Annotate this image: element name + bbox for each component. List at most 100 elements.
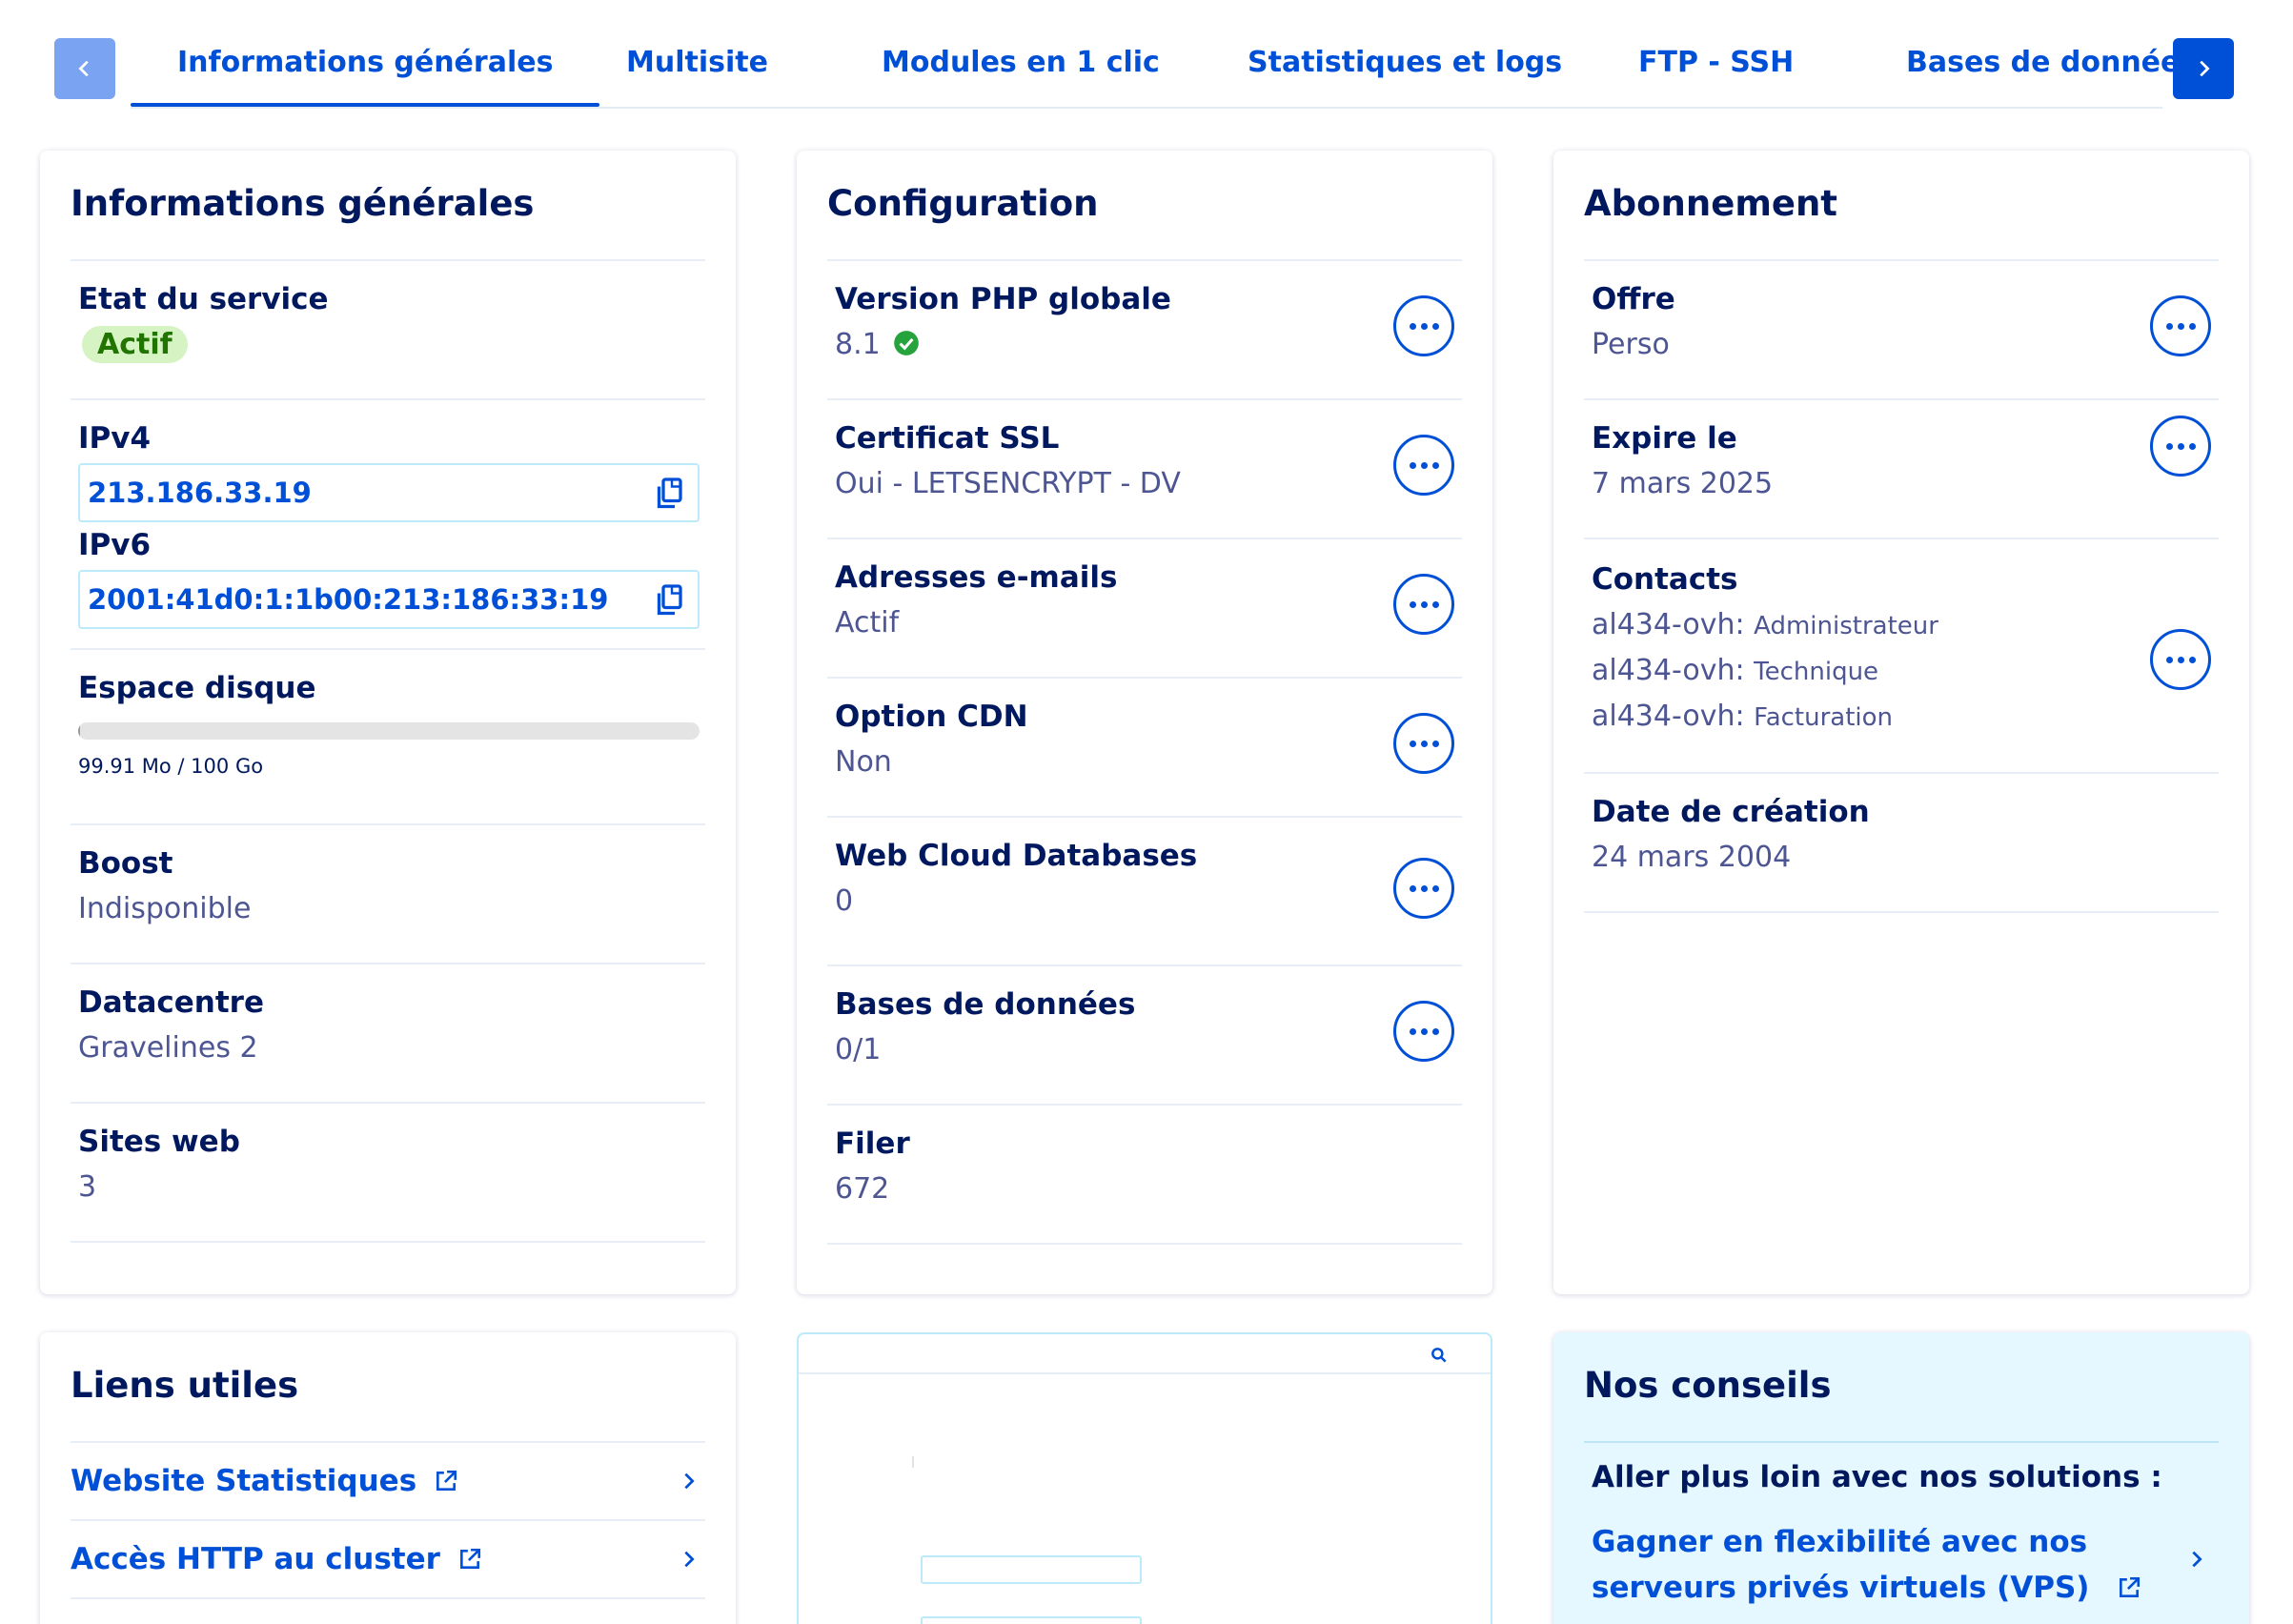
divider: [71, 1102, 705, 1104]
more-icon: [2165, 442, 2196, 450]
divider: [827, 1243, 1462, 1245]
tab-statistiques[interactable]: Statistiques et logs: [1248, 46, 1562, 79]
tabs-prev-button[interactable]: [54, 38, 115, 99]
divider: [827, 259, 1462, 261]
placeholder-input: [921, 1555, 1142, 1584]
contact-role: Technique: [1754, 658, 1879, 686]
advice-heading: Aller plus loin avec nos solutions :: [1592, 1460, 2162, 1494]
placeholder-input: [921, 1616, 1142, 1624]
advice-title: Nos conseils: [1584, 1365, 1832, 1406]
databases-label: Bases de données: [835, 987, 1136, 1022]
expires-value: 7 mars 2025: [1592, 467, 1774, 500]
tab-ftp-ssh[interactable]: FTP - SSH: [1638, 46, 1794, 79]
ipv6-label: IPv6: [78, 528, 152, 562]
divider: [827, 964, 1462, 966]
link-label: Website Statistiques: [71, 1464, 417, 1498]
expires-actions-button[interactable]: [2150, 416, 2211, 477]
more-icon: [2165, 656, 2196, 663]
tab-informations-generales[interactable]: Informations générales: [130, 46, 600, 107]
php-actions-button[interactable]: [1393, 295, 1454, 356]
divider: [71, 1241, 705, 1243]
link-website-statistics[interactable]: Website Statistiques: [71, 1443, 705, 1519]
advice-vps-link[interactable]: Gagner en flexibilité avec nos serveurs …: [1592, 1519, 2202, 1611]
disk-progress-bar: [78, 722, 700, 740]
tab-bar: Informations générales Multisite Modules…: [0, 0, 2293, 114]
ssl-actions-button[interactable]: [1393, 435, 1454, 496]
contact-role: Facturation: [1754, 703, 1894, 732]
advice-card: Nos conseils Aller plus loin avec nos so…: [1553, 1332, 2249, 1624]
websites-label: Sites web: [78, 1125, 240, 1159]
boost-value: Indisponible: [78, 892, 252, 925]
loading-placeholder-card: [797, 1332, 1492, 1624]
websites-value: 3: [78, 1170, 97, 1204]
external-link-icon: [436, 1470, 457, 1491]
divider: [71, 963, 705, 964]
divider: [827, 538, 1462, 539]
external-link-icon: [459, 1548, 480, 1569]
contact-user: al434-ovh:: [1592, 700, 1745, 733]
divider: [1584, 772, 2219, 774]
more-icon: [1409, 600, 1439, 608]
advice-link-label: Gagner en flexibilité avec nos serveurs …: [1592, 1525, 2090, 1605]
divider: [71, 648, 705, 650]
divider: [71, 398, 705, 400]
cdn-value: Non: [835, 745, 892, 779]
datacenter-value: Gravelines 2: [78, 1031, 258, 1065]
link-http-cluster[interactable]: Accès HTTP au cluster: [71, 1521, 705, 1597]
more-icon: [2165, 322, 2196, 330]
cdn-actions-button[interactable]: [1393, 713, 1454, 774]
offer-label: Offre: [1592, 282, 1675, 316]
useful-links-title: Liens utiles: [71, 1365, 299, 1406]
divider: [1584, 398, 2219, 400]
divider: [1584, 259, 2219, 261]
contact-role: Administrateur: [1754, 612, 1938, 640]
check-circle-icon: [894, 331, 920, 355]
tab-bases-de-donnees[interactable]: Bases de données: [1906, 46, 2197, 79]
divider: [827, 1104, 1462, 1106]
webcloud-actions-button[interactable]: [1393, 858, 1454, 919]
filer-value: 672: [835, 1172, 890, 1206]
search-icon[interactable]: [1430, 1346, 1449, 1365]
ipv6-field[interactable]: 2001:41d0:1:1b00:213:186:33:19: [78, 570, 700, 629]
created-value: 24 mars 2004: [1592, 841, 1792, 874]
ipv4-value: 213.186.33.19: [88, 477, 312, 509]
email-actions-button[interactable]: [1393, 574, 1454, 635]
php-version-row: 8.1: [835, 328, 920, 361]
tab-underline: [131, 107, 2162, 109]
general-info-title: Informations générales: [71, 183, 535, 224]
offer-actions-button[interactable]: [2150, 295, 2211, 356]
tab-multisite[interactable]: Multisite: [626, 46, 768, 79]
contact-line: al434-ovh: Technique: [1592, 654, 1878, 687]
configuration-title: Configuration: [827, 183, 1099, 224]
contacts-label: Contacts: [1592, 562, 1738, 597]
divider: [71, 823, 705, 825]
more-icon: [1409, 461, 1439, 469]
divider: [1584, 538, 2219, 539]
cdn-label: Option CDN: [835, 700, 1028, 734]
tabs-next-button[interactable]: [2173, 38, 2234, 99]
email-value: Actif: [835, 606, 900, 639]
databases-actions-button[interactable]: [1393, 1001, 1454, 1062]
ssl-value: Oui - LETSENCRYPT - DV: [835, 467, 1181, 500]
copy-icon[interactable]: [652, 477, 686, 511]
disk-label: Espace disque: [78, 671, 316, 705]
placeholder-tick: [912, 1456, 914, 1468]
ipv4-field[interactable]: 213.186.33.19: [78, 463, 700, 522]
tab-modules[interactable]: Modules en 1 clic: [882, 46, 1160, 79]
contact-user: al434-ovh:: [1592, 654, 1745, 687]
placeholder-header-divider: [799, 1372, 1491, 1374]
ssl-label: Certificat SSL: [835, 421, 1060, 456]
divider: [71, 1597, 705, 1599]
databases-value: 0/1: [835, 1033, 882, 1066]
chevron-right-icon[interactable]: [2186, 1548, 2207, 1571]
copy-icon[interactable]: [652, 583, 686, 618]
link-label: Accès HTTP au cluster: [71, 1542, 440, 1576]
configuration-card: Configuration Version PHP globale 8.1 Ce…: [797, 151, 1492, 1294]
general-info-card: Informations générales Etat du service A…: [40, 151, 736, 1294]
subscription-card: Abonnement Offre Perso Expire le 7 mars …: [1553, 151, 2249, 1294]
more-icon: [1409, 322, 1439, 330]
divider: [1584, 1441, 2219, 1443]
divider: [827, 677, 1462, 679]
contacts-actions-button[interactable]: [2150, 629, 2211, 690]
ipv4-label: IPv4: [78, 421, 152, 456]
